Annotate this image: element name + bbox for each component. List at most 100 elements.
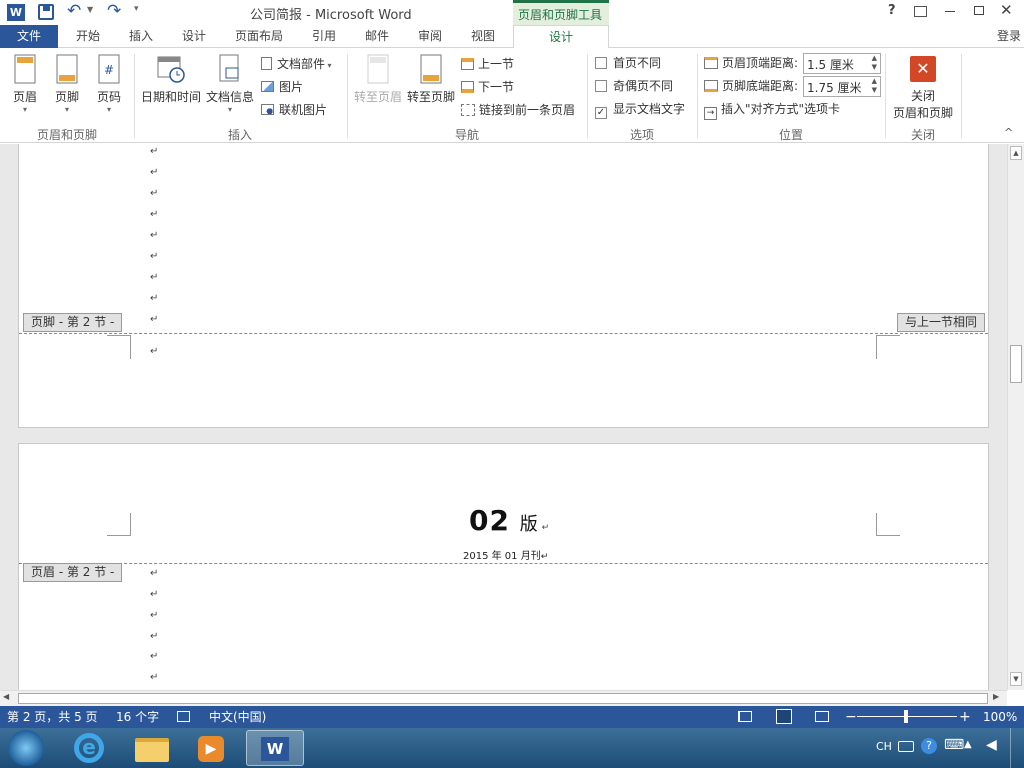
word-count[interactable]: 16 个字 <box>116 706 159 728</box>
customize-toolbar-icon[interactable]: ▾ <box>134 4 139 14</box>
footer-button[interactable]: 页脚 ▾ <box>48 54 86 114</box>
horizontal-scrollbar[interactable]: ◀ ▶ <box>0 690 1007 706</box>
edition-word: 版 <box>519 514 538 535</box>
online-picture-button[interactable]: 联机图片 <box>261 100 327 120</box>
header-icon <box>14 54 36 84</box>
goto-footer-button[interactable]: 转至页脚 <box>405 54 457 105</box>
internet-explorer-icon[interactable]: e <box>62 730 118 766</box>
scroll-left-arrow-icon[interactable]: ◀ <box>3 692 9 701</box>
ribbon-display-options-icon[interactable] <box>914 6 927 17</box>
zoom-in-button[interactable]: + <box>959 706 971 728</box>
tab-home[interactable]: 开始 <box>66 25 110 48</box>
next-section-icon <box>461 81 474 93</box>
scroll-up-arrow-icon[interactable]: ▲ <box>1010 146 1022 160</box>
vertical-scroll-thumb[interactable] <box>1010 345 1022 383</box>
paragraph-mark: ↵ <box>150 146 159 157</box>
page-number-icon: # <box>98 54 120 84</box>
collapse-ribbon-icon[interactable]: ^ <box>1004 126 1013 139</box>
spinner-arrows-icon[interactable]: ▲ ▼ <box>872 77 877 95</box>
paragraph-mark: ↵ <box>150 672 159 683</box>
next-section-button[interactable]: 下一节 <box>461 77 514 97</box>
spinner-arrows-icon[interactable]: ▲ ▼ <box>872 54 877 72</box>
file-explorer-icon[interactable] <box>124 730 180 766</box>
paragraph-mark: ↵ <box>150 314 159 325</box>
footer-section-tag: 页脚 - 第 2 节 - <box>23 313 123 332</box>
tab-references[interactable]: 引用 <box>302 25 346 48</box>
paragraph-mark: ↵ <box>150 230 159 241</box>
horizontal-scroll-thumb[interactable] <box>18 693 988 704</box>
print-layout-icon[interactable] <box>776 709 792 724</box>
tab-review[interactable]: 审阅 <box>408 25 452 48</box>
alignment-tab-icon: → <box>704 107 717 120</box>
login-link[interactable]: 登录 <box>994 25 1024 48</box>
close-window-button[interactable]: ✕ <box>1000 1 1013 19</box>
web-layout-icon[interactable] <box>815 711 829 722</box>
tab-view[interactable]: 视图 <box>461 25 505 48</box>
tab-insert[interactable]: 插入 <box>119 25 163 48</box>
undo-dropdown-icon[interactable]: ▼ <box>87 5 93 14</box>
zoom-slider-thumb[interactable] <box>904 710 908 723</box>
link-to-previous-button[interactable]: 链接到前一条页眉 <box>461 100 575 120</box>
help-tray-icon[interactable]: ? <box>921 738 937 754</box>
quick-parts-button[interactable]: 文档部件 ▾ <box>261 54 332 74</box>
input-language-indicator[interactable]: CH <box>876 740 892 753</box>
undo-icon[interactable]: ↶ <box>67 1 81 21</box>
previous-section-button[interactable]: 上一节 <box>461 54 514 74</box>
tab-page-layout[interactable]: 页面布局 <box>226 25 292 48</box>
redo-icon[interactable]: ↷ <box>107 1 121 21</box>
page-2[interactable]: 02 版 ↵ 2015 年 01 月刊↵ 页眉 - 第 2 节 - ↵ ↵ ↵ … <box>18 443 989 690</box>
paragraph-mark: ↵ <box>150 167 159 178</box>
odd-even-different-checkbox[interactable]: 奇偶页不同 <box>595 76 673 96</box>
paragraph-mark: ↵ <box>541 523 550 533</box>
word-app-icon[interactable]: W <box>7 4 25 21</box>
header-top-distance-spinner[interactable]: 1.5 厘米 ▲ ▼ <box>803 53 881 74</box>
tab-hf-design[interactable]: 设计 <box>513 25 609 49</box>
tab-design[interactable]: 设计 <box>172 25 216 48</box>
footer-bottom-distance-spinner[interactable]: 1.75 厘米 ▲ ▼ <box>803 76 881 97</box>
volume-icon[interactable]: ◀ <box>986 737 997 753</box>
document-info-button[interactable]: 文档信息 ▾ <box>204 54 256 114</box>
page-count[interactable]: 第 2 页，共 5 页 <box>7 706 98 728</box>
show-hidden-icons-icon[interactable]: ▲ <box>964 739 972 750</box>
first-page-different-checkbox[interactable]: 首页不同 <box>595 53 661 73</box>
minimize-button[interactable] <box>945 11 955 12</box>
zoom-out-button[interactable]: − <box>845 706 857 728</box>
picture-button[interactable]: 图片 <box>261 77 303 97</box>
svg-text:#: # <box>104 63 114 77</box>
paragraph-mark: ↵ <box>150 610 159 621</box>
keyboard-icon[interactable] <box>898 741 914 752</box>
proofing-icon[interactable] <box>177 711 190 722</box>
paragraph-mark: ↵ <box>150 272 159 283</box>
word-taskbar-icon[interactable]: W <box>246 730 304 766</box>
restore-button[interactable] <box>974 6 984 15</box>
checkbox-unchecked-icon <box>595 57 607 69</box>
read-mode-icon[interactable] <box>738 711 752 722</box>
context-tab-header: 页眉和页脚工具 <box>513 0 609 25</box>
page-1[interactable]: ↵ ↵ ↵ ↵ ↵ ↵ ↵ ↵ ↵ 页脚 - 第 2 节 - 与上一节相同 ↵ <box>18 144 989 428</box>
header-button[interactable]: 页眉 ▾ <box>6 54 44 114</box>
media-player-icon[interactable]: ▶ <box>184 730 240 766</box>
vertical-scrollbar[interactable]: ▲ ▼ <box>1007 144 1024 690</box>
zoom-level[interactable]: 100% <box>983 706 1017 728</box>
save-icon[interactable] <box>38 4 54 20</box>
scroll-right-arrow-icon[interactable]: ▶ <box>993 692 999 701</box>
start-button-icon[interactable] <box>8 730 44 766</box>
help-button[interactable]: ? <box>888 3 896 18</box>
title-bar: W ↶ ▼ ↷ ▾ 公司简报 - Microsoft Word 页眉和页脚工具 … <box>0 0 1024 25</box>
insert-alignment-tab-button[interactable]: → 插入"对齐方式"选项卡 <box>704 99 840 120</box>
settings-tray-icon[interactable]: ⌨ <box>944 737 964 753</box>
scroll-down-arrow-icon[interactable]: ▼ <box>1010 672 1022 686</box>
show-document-text-checkbox[interactable]: ✓ 显示文档文字 <box>595 99 685 119</box>
document-area[interactable]: ↵ ↵ ↵ ↵ ↵ ↵ ↵ ↵ ↵ 页脚 - 第 2 节 - 与上一节相同 ↵ … <box>0 144 1007 690</box>
paragraph-mark: ↵ <box>150 188 159 199</box>
tab-mailings[interactable]: 邮件 <box>355 25 399 48</box>
header-top-distance-row: 页眉顶端距离: <box>704 53 798 73</box>
date-time-button[interactable]: 日期和时间 <box>140 54 202 105</box>
show-desktop-button[interactable] <box>1010 728 1024 768</box>
goto-header-button: 转至页眉 <box>352 54 404 105</box>
language-indicator[interactable]: 中文(中国) <box>209 706 266 728</box>
tab-file[interactable]: 文件 <box>0 25 58 48</box>
close-header-footer-button[interactable]: ✕ 关闭 页眉和页脚 <box>889 56 957 121</box>
page-number-button[interactable]: # 页码 ▾ <box>90 54 128 114</box>
paragraph-mark: ↵ <box>150 651 159 662</box>
